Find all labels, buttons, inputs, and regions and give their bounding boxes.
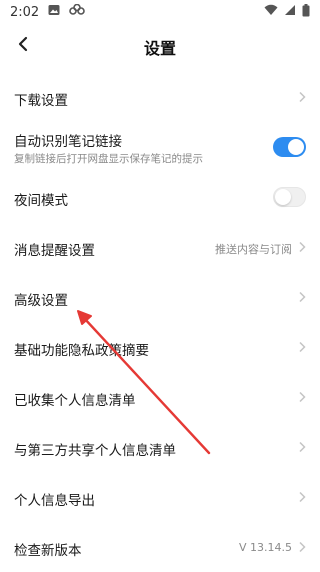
auto-detect-toggle[interactable] (273, 137, 306, 157)
setting-info-export[interactable]: 个人信息导出 (0, 472, 320, 522)
setting-label: 下载设置 (14, 93, 68, 109)
toggle-knob (288, 139, 304, 155)
chevron-right-icon (299, 441, 306, 453)
wifi-icon (264, 4, 278, 20)
setting-label: 自动识别笔记链接 (14, 134, 122, 150)
setting-night-mode: 夜间模式 (0, 172, 320, 222)
chevron-right-icon (299, 291, 306, 303)
setting-download[interactable]: 下载设置 (0, 72, 320, 122)
setting-label: 检查新版本 (14, 543, 82, 559)
setting-check-update[interactable]: 检查新版本 V 13.14.5 (0, 522, 320, 572)
gallery-notification-icon (48, 4, 60, 20)
setting-label: 基础功能隐私政策摘要 (14, 343, 149, 359)
setting-label: 与第三方共享个人信息清单 (14, 443, 176, 459)
app-version: V 13.14.5 (238, 541, 292, 554)
setting-privacy-summary[interactable]: 基础功能隐私政策摘要 (0, 322, 320, 372)
setting-collected-info[interactable]: 已收集个人信息清单 (0, 372, 320, 422)
setting-description: 复制链接后打开网盘显示保存笔记的提示 (14, 153, 203, 165)
setting-advanced[interactable]: 高级设置 (0, 272, 320, 322)
chevron-right-icon (299, 341, 306, 353)
setting-auto-detect-note-link: 自动识别笔记链接 复制链接后打开网盘显示保存笔记的提示 (0, 122, 320, 172)
chevron-right-icon (299, 391, 306, 403)
chevron-right-icon (299, 541, 306, 553)
setting-label: 个人信息导出 (14, 493, 95, 509)
chevron-right-icon (299, 91, 306, 103)
page-title: 设置 (143, 39, 176, 58)
night-mode-toggle[interactable] (273, 187, 306, 207)
setting-label: 高级设置 (14, 293, 68, 309)
battery-icon (302, 3, 310, 21)
settings-list: 下载设置 自动识别笔记链接 复制链接后打开网盘显示保存笔记的提示 夜间模式 消息… (0, 72, 320, 572)
signal-icon (284, 4, 296, 20)
app-notification-icon (69, 3, 86, 20)
setting-third-party-sharing[interactable]: 与第三方共享个人信息清单 (0, 422, 320, 472)
status-time: 2:02 (10, 4, 40, 20)
nav-bar: 设置 (0, 24, 320, 68)
setting-label: 已收集个人信息清单 (14, 393, 136, 409)
setting-label: 夜间模式 (14, 193, 68, 209)
setting-label: 消息提醒设置 (14, 243, 95, 259)
chevron-right-icon (299, 241, 306, 253)
toggle-knob (275, 189, 291, 205)
status-bar: 2:02 (0, 0, 320, 24)
setting-notifications[interactable]: 消息提醒设置 推送内容与订阅 (0, 222, 320, 272)
setting-value: 推送内容与订阅 (215, 243, 292, 256)
chevron-right-icon (299, 491, 306, 503)
